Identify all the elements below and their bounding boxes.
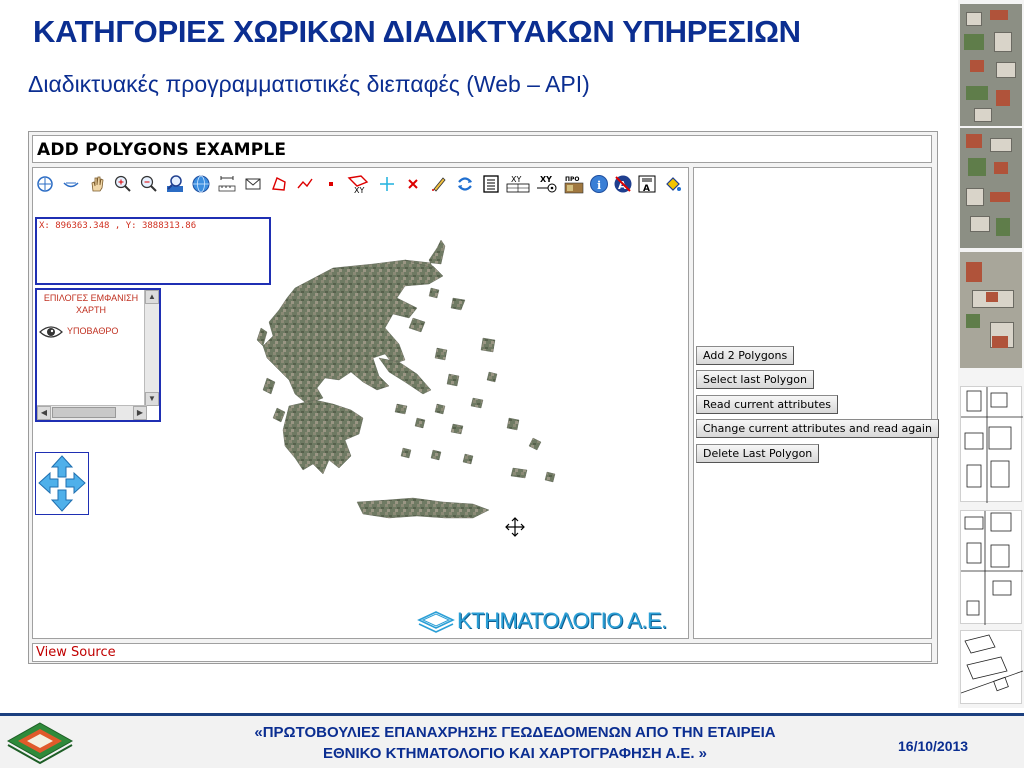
layer-horizontal-scrollbar[interactable]: ◀ ▶	[37, 405, 147, 420]
eye-icon[interactable]	[39, 324, 63, 340]
aerial-photo-tile	[960, 128, 1022, 248]
cadastral-map-tile	[960, 630, 1023, 704]
map-toolbar: XY XY XY ΠΡΟ i A A	[35, 174, 685, 198]
refresh-icon[interactable]	[455, 174, 475, 194]
move-cursor-icon	[505, 517, 525, 537]
go-to-xy-icon[interactable]: XY	[535, 174, 559, 194]
slide-date: 16/10/2013	[898, 738, 969, 754]
properties-icon[interactable]	[481, 174, 501, 194]
text-label-icon[interactable]: A	[637, 174, 657, 194]
layer-options-panel[interactable]: ΕΠΙΛΟΓΕΣ ΕΜΦΑΝΙΣΗ ΧΑΡΤΗ ΥΠΟΒΑΘΡΟ ▲ ▼ ◀ ▶	[35, 288, 161, 422]
select-last-polygon-button[interactable]: Select last Polygon	[696, 370, 814, 389]
footer-caption: «ΠΡΩΤΟΒΟΥΛΙΕΣ ΕΠΑΝΑΧΡΗΣΗΣ ΓΕΩΔΕΔΟΜΕΝΩΝ Α…	[254, 724, 776, 762]
zoom-window-icon[interactable]	[165, 174, 185, 194]
layer-vertical-scrollbar[interactable]: ▲ ▼	[144, 290, 159, 406]
coordinates-text: X: 896363.348 , Y: 3888313.86	[39, 221, 197, 231]
projection-icon[interactable]: ΠΡΟ	[563, 174, 585, 194]
aerial-photo-tile	[960, 252, 1022, 368]
point-icon[interactable]	[321, 174, 341, 194]
layer-item-label: ΥΠΟΒΑΘΡΟ	[67, 326, 119, 336]
example-title: ADD POLYGONS EXAMPLE	[37, 140, 287, 160]
delete-last-polygon-button[interactable]: Delete Last Polygon	[696, 444, 820, 463]
actions-panel: Add 2 Polygons Select last Polygon Read …	[693, 167, 939, 639]
scroll-down-arrow[interactable]: ▼	[145, 392, 159, 406]
edit-pencil-icon[interactable]	[429, 174, 449, 194]
scroll-left-arrow[interactable]: ◀	[37, 406, 51, 420]
read-current-attributes-button[interactable]: Read current attributes	[696, 395, 839, 414]
zoom-out-icon[interactable]	[139, 174, 159, 194]
polygon-icon[interactable]	[269, 174, 289, 194]
ktimatologio-footer-logo-icon	[6, 722, 74, 765]
slide-title: ΚΑΤΗΓΟΡΙΕΣ ΧΩΡΙΚΩΝ ΔΙΑΔΙΚΤΥΑΚΩΝ ΥΠΗΡΕΣΙΩ…	[33, 14, 801, 49]
select-point-icon[interactable]	[35, 174, 55, 194]
pan-control[interactable]	[35, 452, 89, 515]
pan-arrows-icon[interactable]	[36, 453, 88, 514]
scroll-up-arrow[interactable]: ▲	[145, 290, 159, 304]
svg-text:ΠΡΟ: ΠΡΟ	[565, 176, 580, 183]
xy-table-icon[interactable]: XY	[505, 174, 531, 194]
delete-icon[interactable]	[403, 174, 423, 194]
slide-subtitle: Διαδικτυακές προγραμματιστικές διεπαφές …	[28, 71, 590, 97]
add-2-polygons-button[interactable]: Add 2 Polygons	[696, 346, 795, 365]
aerial-photo-tile	[960, 4, 1022, 126]
envelope-icon[interactable]	[243, 174, 263, 194]
zoom-out-extent-icon[interactable]	[61, 174, 81, 194]
view-source-link[interactable]: View Source	[36, 645, 116, 660]
logo-text: ΚΤΗΜΑΤΟΛΟΓΙΟ Α.Ε.	[457, 608, 667, 633]
example-header: ADD POLYGONS EXAMPLE	[32, 135, 932, 163]
zoom-in-icon[interactable]	[113, 174, 133, 194]
ktimatologio-logo: ΚΤΗΜΑΤΟΛΟΓΙΟ Α.Ε.	[417, 606, 687, 636]
measure-icon[interactable]	[217, 174, 237, 194]
svg-text:XY: XY	[540, 175, 552, 184]
info-icon[interactable]: i	[589, 174, 609, 194]
svg-text:XY: XY	[354, 186, 364, 194]
svg-text:XY: XY	[511, 175, 521, 184]
globe-icon[interactable]	[191, 174, 211, 194]
ktimatologio-logo-icon	[417, 611, 455, 633]
pan-hand-icon[interactable]	[87, 174, 107, 194]
decorative-image-strip	[958, 0, 1024, 708]
polyline-icon[interactable]	[295, 174, 315, 194]
fill-icon[interactable]	[663, 174, 683, 194]
coordinates-display: X: 896363.348 , Y: 3888313.86	[35, 217, 271, 285]
add-point-icon[interactable]	[377, 174, 397, 194]
label-icon[interactable]: A	[613, 174, 633, 194]
layer-options-title: ΕΠΙΛΟΓΕΣ ΕΜΦΑΝΙΣΗ ΧΑΡΤΗ	[43, 293, 139, 315]
map-panel[interactable]: XY XY XY ΠΡΟ i A A X: 896363.348 , Y: 38…	[32, 167, 689, 639]
svg-text:A: A	[643, 184, 650, 194]
map-application-window: ADD POLYGONS EXAMPLE XY XY XY ΠΡΟ i A A …	[28, 131, 939, 664]
svg-text:i: i	[597, 179, 601, 192]
change-attributes-button[interactable]: Change current attributes and read again	[696, 419, 939, 438]
draw-xy-polygon-icon[interactable]: XY	[345, 174, 373, 194]
greece-map-image	[256, 239, 556, 519]
source-footer: View Source	[32, 643, 932, 662]
cadastral-map-tile	[960, 386, 1023, 503]
scroll-right-arrow[interactable]: ▶	[133, 406, 147, 420]
cadastral-map-tile	[960, 510, 1023, 625]
scroll-thumb[interactable]	[52, 407, 116, 418]
